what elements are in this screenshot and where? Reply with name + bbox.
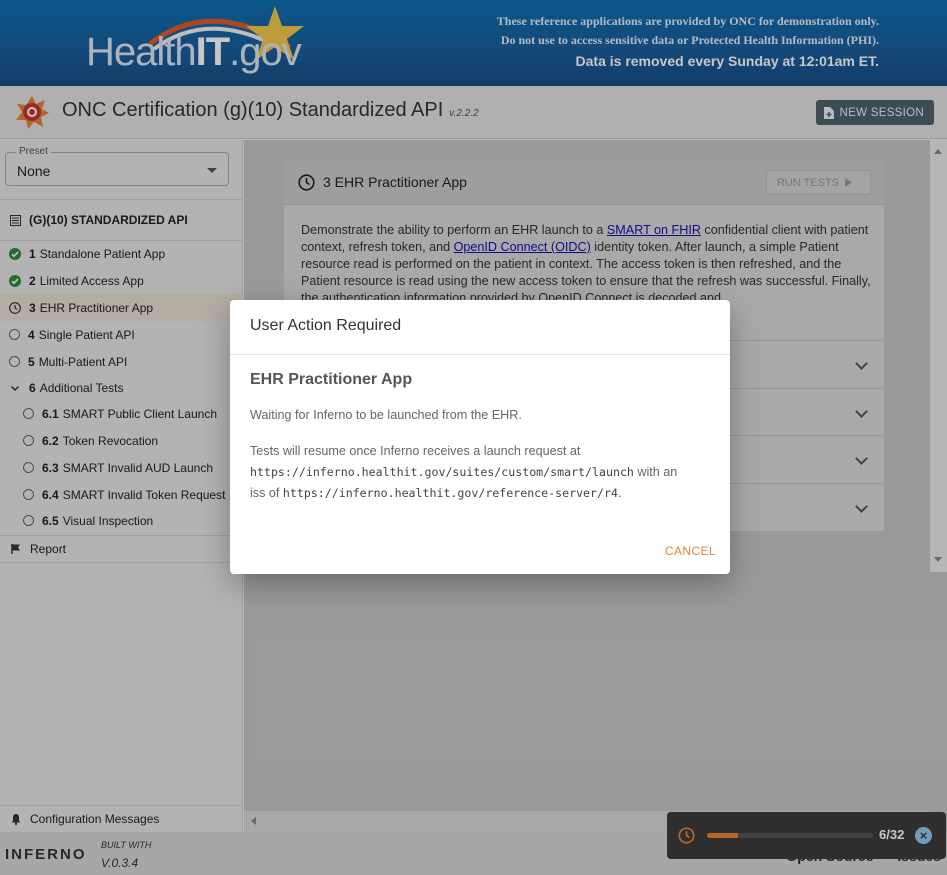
- user-action-dialog: User Action Required EHR Practitioner Ap…: [230, 300, 730, 574]
- divider: [230, 354, 730, 355]
- dialog-heading: EHR Practitioner App: [250, 371, 413, 388]
- cancel-button[interactable]: CANCEL: [665, 544, 716, 558]
- dialog-resume-text: Tests will resume once Inferno receives …: [250, 444, 678, 500]
- launch-url: https://inferno.healthit.gov/suites/cust…: [250, 465, 634, 479]
- dialog-waiting-text: Waiting for Inferno to be launched from …: [250, 408, 522, 422]
- dialog-title: User Action Required: [250, 317, 402, 334]
- iss-url: https://inferno.healthit.gov/reference-s…: [282, 486, 618, 500]
